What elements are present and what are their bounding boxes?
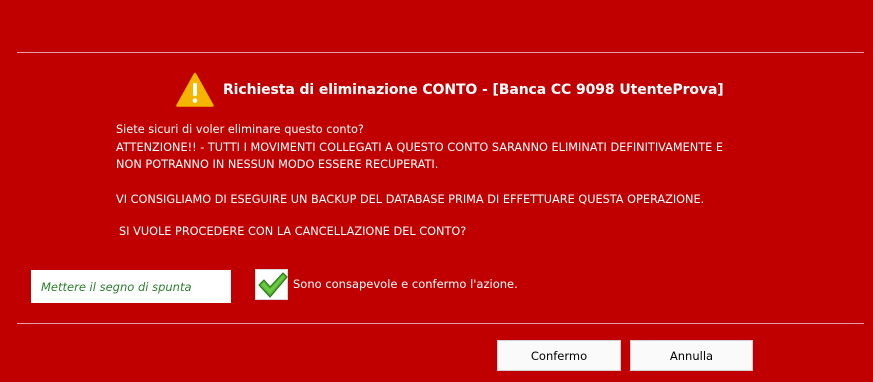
checkbox-hint-box: Mettere il segno di spunta bbox=[31, 270, 231, 303]
dialog-header: Richiesta di eliminazione CONTO - [Banca… bbox=[176, 72, 724, 108]
confirm-checkbox-label[interactable]: Sono consapevole e confermo l'azione. bbox=[293, 277, 518, 291]
confirm-button[interactable]: Confermo bbox=[497, 340, 621, 371]
cancel-button[interactable]: Annulla bbox=[630, 340, 753, 371]
bottom-divider bbox=[17, 323, 864, 324]
message-question: Siete sicuri di voler eliminare questo c… bbox=[116, 123, 364, 136]
top-divider bbox=[17, 52, 864, 53]
message-attention: ATTENZIONE!! - TUTTI I MOVIMENTI COLLEGA… bbox=[116, 140, 723, 154]
green-checkmark-icon bbox=[258, 272, 288, 298]
message-attention-continued: NON POTRANNO IN NESSUN MODO ESSERE RECUP… bbox=[116, 158, 439, 171]
message-backup-advice: VI CONSIGLIAMO DI ESEGUIRE UN BACKUP DEL… bbox=[116, 192, 705, 206]
warning-message: Siete sicuri di voler eliminare questo c… bbox=[116, 121, 816, 241]
confirm-checkbox[interactable] bbox=[255, 269, 288, 300]
checkbox-hint-text: Mettere il segno di spunta bbox=[41, 279, 192, 294]
warning-icon bbox=[176, 72, 214, 107]
dialog-title: Richiesta di eliminazione CONTO - [Banca… bbox=[223, 82, 724, 98]
message-proceed-question: SI VUOLE PROCEDERE CON LA CANCELLAZIONE … bbox=[119, 225, 467, 238]
